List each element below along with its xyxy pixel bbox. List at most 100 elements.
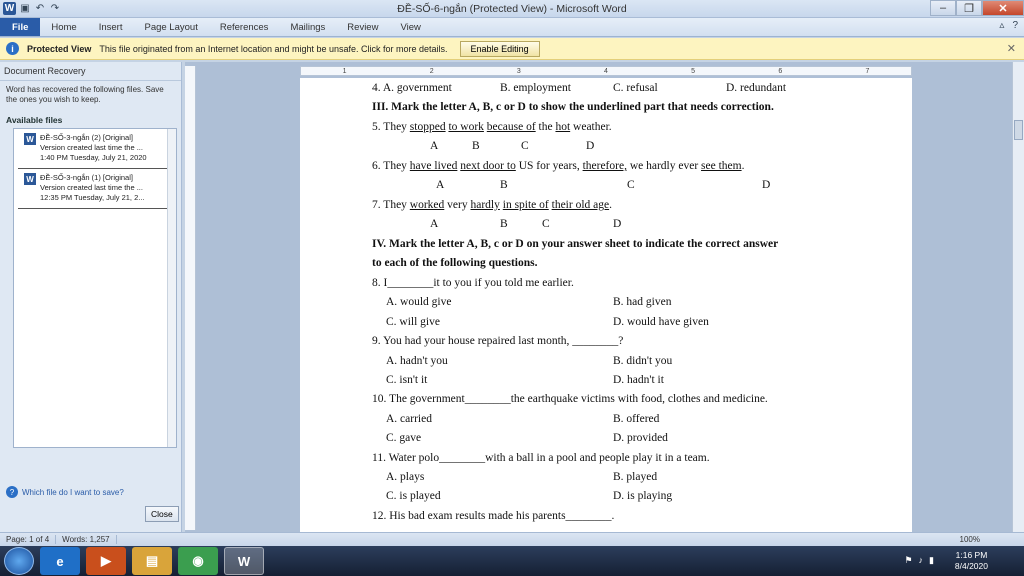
question-5: 5. They stopped to work because of the h… [372, 121, 612, 133]
question-9: 9. You had your house repaired last mont… [372, 335, 624, 347]
title-bar: W ▣ ↶ ↷ ĐỀ-SỐ-6-ngắn (Protected View) - … [0, 0, 1024, 18]
q10-option-c: C. gave [386, 432, 422, 444]
horizontal-ruler: 1 2 3 4 5 6 7 [300, 66, 912, 76]
q10-option-b: B. offered [613, 413, 660, 425]
tab-home[interactable]: Home [40, 18, 87, 36]
tab-page-layout[interactable]: Page Layout [133, 18, 208, 36]
file-version: Version created last time the ... [40, 143, 143, 152]
q11-option-c: C. is played [386, 490, 441, 502]
document-scrollbar[interactable] [1012, 62, 1024, 532]
q7-marker-d: D [613, 218, 622, 230]
protected-view-bar: i Protected View This file originated fr… [0, 38, 1024, 60]
q8-option-a: A. would give [386, 296, 452, 308]
file-name: ĐỀ-SỐ-3-ngắn (2) [Original] [40, 133, 133, 142]
status-bar: Page: 1 of 4 Words: 1,257 100% [0, 532, 1024, 546]
ruler-tick: 3 [516, 67, 521, 75]
question-8: 8. I________it to you if you told me ear… [372, 277, 574, 289]
tray-network-icon[interactable]: ▮ [929, 555, 934, 566]
tab-mailings[interactable]: Mailings [279, 18, 336, 36]
q5-marker-d: D [586, 140, 595, 152]
recovery-header: Document Recovery [0, 62, 181, 81]
window-title: ĐỀ-SỐ-6-ngắn (Protected View) - Microsof… [397, 3, 627, 15]
vertical-ruler [185, 66, 196, 530]
help-icon[interactable]: ? [1012, 20, 1018, 31]
recovered-file-item[interactable]: W ĐỀ-SỐ-3-ngắn (1) [Original] Version cr… [18, 169, 172, 209]
clock-time: 1:16 PM [955, 550, 988, 560]
close-recovery-button[interactable]: Close [145, 506, 179, 522]
q8-option-c: C. will give [386, 316, 440, 328]
question-12: 12. His bad exam results made his parent… [372, 510, 615, 522]
tray-volume-icon[interactable]: ♪ [919, 555, 924, 566]
help-circle-icon: ? [6, 486, 18, 498]
q7-marker-b: B [500, 218, 508, 230]
question-10: 10. The government________the earthquake… [372, 393, 768, 405]
page-count[interactable]: Page: 1 of 4 [0, 535, 57, 544]
q11-option-a: A. plays [386, 471, 425, 483]
q9-option-a: A. hadn't you [386, 355, 448, 367]
q7-marker-a: A [430, 218, 439, 230]
minimize-icon[interactable]: – [930, 0, 956, 16]
q11-option-d: D. is playing [613, 490, 673, 502]
tab-references[interactable]: References [209, 18, 280, 36]
q5-marker-b: B [472, 140, 480, 152]
word-file-icon: W [24, 173, 36, 185]
ruler-tick: 5 [691, 67, 696, 75]
clock-date: 8/4/2020 [954, 561, 988, 571]
ruler-tick: 6 [778, 67, 783, 75]
q7-marker-c: C [542, 218, 550, 230]
ruler-tick: 1 [342, 67, 347, 75]
tab-review[interactable]: Review [336, 18, 389, 36]
protected-view-message[interactable]: This file originated from an Internet lo… [99, 44, 447, 54]
q10-option-d: D. provided [613, 432, 668, 444]
zoom-level[interactable]: 100% [954, 535, 986, 544]
enable-editing-button[interactable]: Enable Editing [459, 40, 540, 57]
recovery-help-link[interactable]: ? Which file do I want to save? [6, 486, 124, 498]
q5-marker-a: A [430, 140, 439, 152]
folder-icon[interactable]: ▤ [132, 547, 172, 575]
available-files-label: Available files [6, 115, 63, 125]
q9-option-d: D. hadn't it [613, 374, 664, 386]
media-player-icon[interactable]: ▶ [86, 547, 126, 575]
q4-option-c: C. refusal [613, 82, 658, 94]
ribbon-tabs: File Home Insert Page Layout References … [0, 18, 1024, 37]
file-date: 12:35 PM Tuesday, July 21, 2... [40, 193, 145, 202]
q6-marker-a: A [436, 179, 445, 191]
section-3-heading: III. Mark the letter A, B, c or D to sho… [372, 101, 774, 113]
file-name: ĐỀ-SỐ-3-ngắn (1) [Original] [40, 173, 133, 182]
q4-option-d: D. redundant [726, 82, 787, 94]
question-11: 11. Water polo________with a ball in a p… [372, 452, 710, 464]
ruler-tick: 7 [865, 67, 870, 75]
close-bar-icon[interactable]: ✕ [1007, 42, 1016, 55]
tab-view[interactable]: View [389, 18, 431, 36]
ie-icon[interactable]: e [40, 547, 80, 575]
ruler-tick: 2 [429, 67, 434, 75]
maximize-icon[interactable]: ❐ [956, 0, 982, 16]
recovery-scrollbar[interactable] [167, 129, 176, 447]
window-controls: – ❐ ✕ [930, 0, 1024, 16]
file-version: Version created last time the ... [40, 183, 143, 192]
q4-option-b: B. employment [500, 82, 571, 94]
tray-flag-icon[interactable]: ⚑ [904, 555, 912, 566]
word-count[interactable]: Words: 1,257 [56, 535, 117, 544]
document-page[interactable]: 4. A. government B. employment C. refusa… [300, 78, 912, 532]
recovered-file-item[interactable]: W ĐỀ-SỐ-3-ngắn (2) [Original] Version cr… [18, 129, 172, 169]
help-link-text[interactable]: Which file do I want to save? [22, 488, 124, 497]
q8-option-d: D. would have given [613, 316, 709, 328]
recovered-files-list[interactable]: W ĐỀ-SỐ-3-ngắn (2) [Original] Version cr… [13, 128, 177, 448]
close-window-icon[interactable]: ✕ [982, 0, 1024, 16]
question-7: 7. They worked very hardly in spite of t… [372, 199, 612, 211]
tab-insert[interactable]: Insert [88, 18, 134, 36]
ribbon-right-controls: ▵ ? [999, 20, 1018, 31]
minimize-ribbon-icon[interactable]: ▵ [999, 20, 1004, 31]
tab-file[interactable]: File [0, 18, 41, 36]
scrollbar-thumb[interactable] [1014, 120, 1023, 140]
ruler-tick: 4 [604, 67, 608, 75]
chrome-icon[interactable]: ◉ [178, 547, 218, 575]
protected-view-label: Protected View [27, 43, 92, 54]
q11-option-b: B. played [613, 471, 658, 483]
start-button[interactable] [4, 547, 34, 575]
q5-marker-c: C [521, 140, 529, 152]
word-file-icon: W [24, 133, 36, 145]
word-taskbar-icon[interactable]: W [224, 547, 264, 575]
tray-clock[interactable]: 1:16 PM 8/4/2020 [955, 550, 988, 572]
